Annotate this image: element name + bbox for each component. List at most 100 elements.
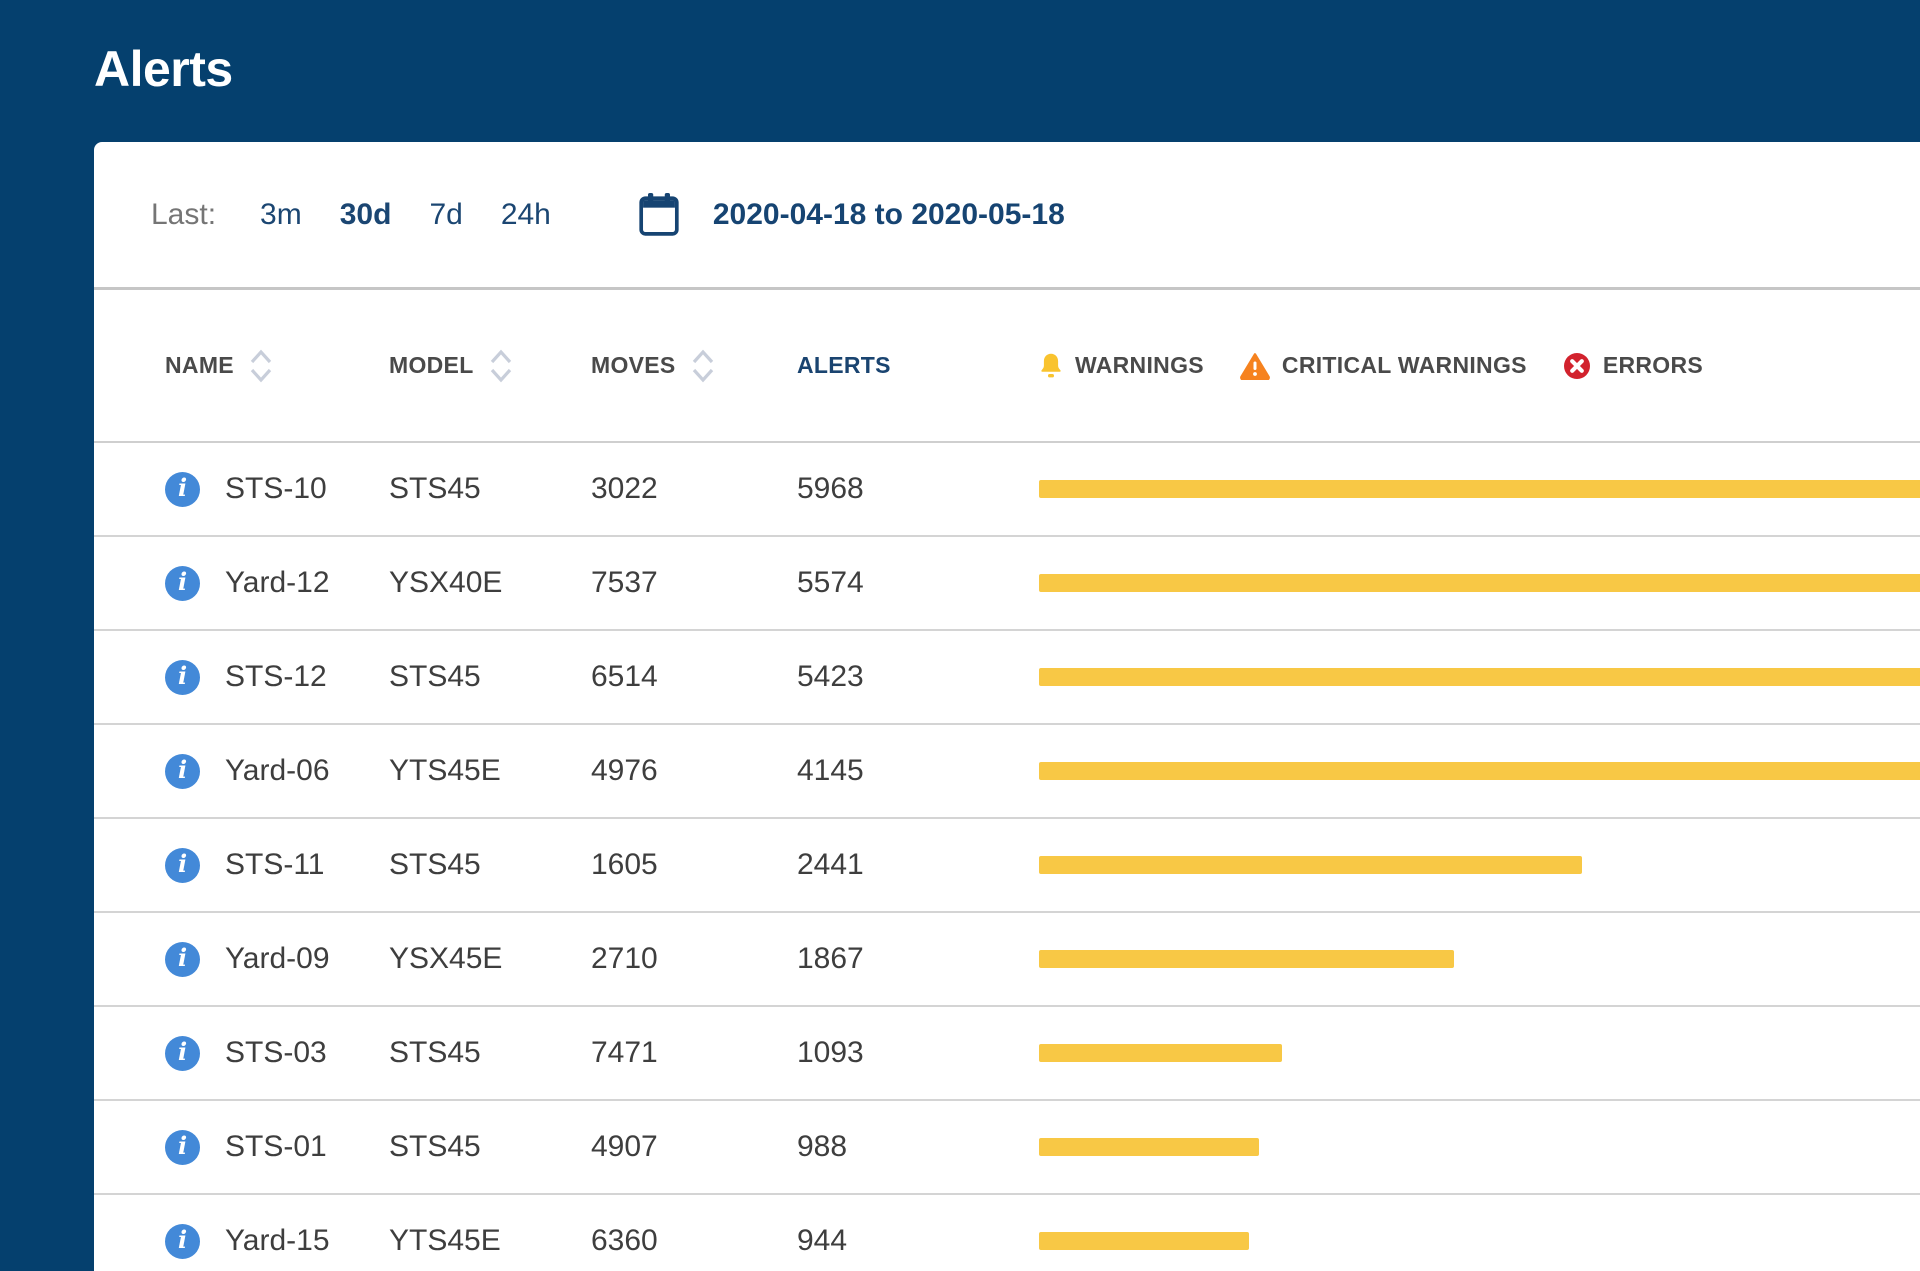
table-row: i Yard-09 YSX45E 2710 1867	[94, 913, 1920, 1007]
calendar-icon[interactable]	[639, 192, 679, 237]
name-cell: i STS-01	[94, 1129, 389, 1165]
time-range-option-30d[interactable]: 30d	[340, 198, 392, 232]
alerts-value: 5423	[797, 660, 864, 693]
info-icon[interactable]: i	[165, 753, 200, 789]
alerts-value: 5574	[797, 566, 864, 599]
sort-chevrons-icon	[692, 349, 713, 382]
equipment-name: Yard-09	[225, 942, 330, 975]
moves-value: 6360	[591, 1224, 658, 1257]
column-header-alerts[interactable]: ALERTS	[797, 352, 1039, 379]
equipment-name: Yard-15	[225, 1224, 330, 1257]
alerts-value: 1867	[797, 942, 864, 975]
table-row: i Yard-15 YTS45E 6360 944	[94, 1195, 1920, 1271]
page-title: Alerts	[94, 41, 233, 97]
bar-cell	[1039, 913, 1920, 1005]
model-value: YSX40E	[389, 566, 503, 599]
column-header-label: MODEL	[389, 352, 474, 378]
legend-item-warnings: WARNINGS	[1039, 352, 1204, 379]
name-cell: i Yard-12	[94, 565, 389, 601]
alerts-value: 988	[797, 1130, 848, 1163]
moves-value: 2710	[591, 942, 658, 975]
time-range-option-7d[interactable]: 7d	[429, 198, 462, 232]
legend-item-critical-warnings: CRITICAL WARNINGS	[1240, 352, 1527, 380]
warnings-bar	[1039, 480, 1920, 498]
bar-cell	[1039, 537, 1920, 629]
moves-value: 6514	[591, 660, 658, 693]
column-header-moves[interactable]: MOVES	[591, 348, 797, 384]
bar-cell	[1039, 819, 1920, 911]
info-icon[interactable]: i	[165, 565, 200, 601]
table-row: i STS-11 STS45 1605 2441	[94, 819, 1920, 913]
time-range-option-24h[interactable]: 24h	[501, 198, 551, 232]
moves-value: 3022	[591, 472, 658, 505]
column-header-label: NAME	[165, 352, 234, 378]
warnings-bar	[1039, 856, 1582, 874]
info-icon[interactable]: i	[165, 1129, 200, 1165]
alerts-value: 1093	[797, 1036, 864, 1069]
name-cell: i STS-03	[94, 1035, 389, 1071]
warnings-bar	[1039, 574, 1920, 592]
info-icon[interactable]: i	[165, 659, 200, 695]
time-range-options: 3m 30d 7d 24h	[260, 198, 551, 232]
table-row: i STS-03 STS45 7471 1093	[94, 1007, 1920, 1101]
bar-legend: WARNINGS CRITICAL WARNINGS ERRORS	[1039, 352, 1920, 380]
bar-cell	[1039, 725, 1920, 817]
info-icon[interactable]: i	[165, 1035, 200, 1071]
table-body: i STS-10 STS45 3022 5968 i Yard-12 YSX40…	[94, 443, 1920, 1271]
bar-cell	[1039, 1195, 1920, 1271]
model-value: STS45	[389, 848, 481, 881]
time-range-option-3m[interactable]: 3m	[260, 198, 302, 232]
bell-icon	[1041, 353, 1061, 378]
alerts-value: 4145	[797, 754, 864, 787]
moves-value: 4907	[591, 1130, 658, 1163]
bar-cell	[1039, 1101, 1920, 1193]
legend-label: CRITICAL WARNINGS	[1281, 352, 1527, 378]
column-header-model[interactable]: MODEL	[389, 348, 591, 384]
bar-cell	[1039, 631, 1920, 723]
model-value: YSX45E	[389, 942, 503, 975]
name-cell: i STS-10	[94, 471, 389, 507]
bar-cell	[1039, 443, 1920, 535]
name-cell: i Yard-06	[94, 753, 389, 789]
warnings-bar	[1039, 1138, 1259, 1156]
alerts-value: 2441	[797, 848, 864, 881]
table-row: i STS-10 STS45 3022 5968	[94, 443, 1920, 537]
alerts-value: 944	[797, 1224, 848, 1257]
warnings-bar	[1039, 668, 1920, 686]
model-value: YTS45E	[389, 1224, 501, 1257]
equipment-name: STS-03	[225, 1036, 327, 1069]
model-value: YTS45E	[389, 754, 501, 787]
info-icon[interactable]: i	[165, 847, 200, 883]
equipment-name: STS-10	[225, 472, 327, 505]
legend-item-errors: ERRORS	[1563, 352, 1703, 380]
name-cell: i STS-12	[94, 659, 389, 695]
table-row: i STS-01 STS45 4907 988	[94, 1101, 1920, 1195]
info-icon[interactable]: i	[165, 941, 200, 977]
date-range-text[interactable]: 2020-04-18 to 2020-05-18	[713, 198, 1065, 232]
table-header-row: NAME MODEL MOVES ALERTS WARNINGS CRITICA…	[94, 290, 1920, 443]
name-cell: i Yard-15	[94, 1223, 389, 1259]
equipment-name: Yard-06	[225, 754, 330, 787]
moves-value: 7471	[591, 1036, 658, 1069]
moves-value: 4976	[591, 754, 658, 787]
alerts-value: 5968	[797, 472, 864, 505]
name-cell: i Yard-09	[94, 941, 389, 977]
time-filter-bar: Last: 3m 30d 7d 24h 2020-04-18 to 2020-05-1…	[94, 142, 1920, 290]
equipment-name: STS-01	[225, 1130, 327, 1163]
equipment-name: STS-12	[225, 660, 327, 693]
model-value: STS45	[389, 1130, 481, 1163]
equipment-name: STS-11	[225, 848, 325, 881]
sort-chevrons-icon	[250, 349, 272, 382]
model-value: STS45	[389, 660, 481, 693]
warnings-bar	[1039, 1044, 1282, 1062]
column-header-label: MOVES	[591, 352, 676, 378]
info-icon[interactable]: i	[165, 1223, 200, 1259]
moves-value: 1605	[591, 848, 658, 881]
info-icon[interactable]: i	[165, 471, 200, 507]
alerts-card: Last: 3m 30d 7d 24h 2020-04-18 to 2020-05-1…	[94, 142, 1920, 1271]
column-header-name[interactable]: NAME	[94, 348, 389, 384]
sort-chevrons-icon	[490, 349, 511, 382]
moves-value: 7537	[591, 566, 658, 599]
error-circle-icon	[1563, 352, 1590, 379]
equipment-name: Yard-12	[225, 566, 330, 599]
